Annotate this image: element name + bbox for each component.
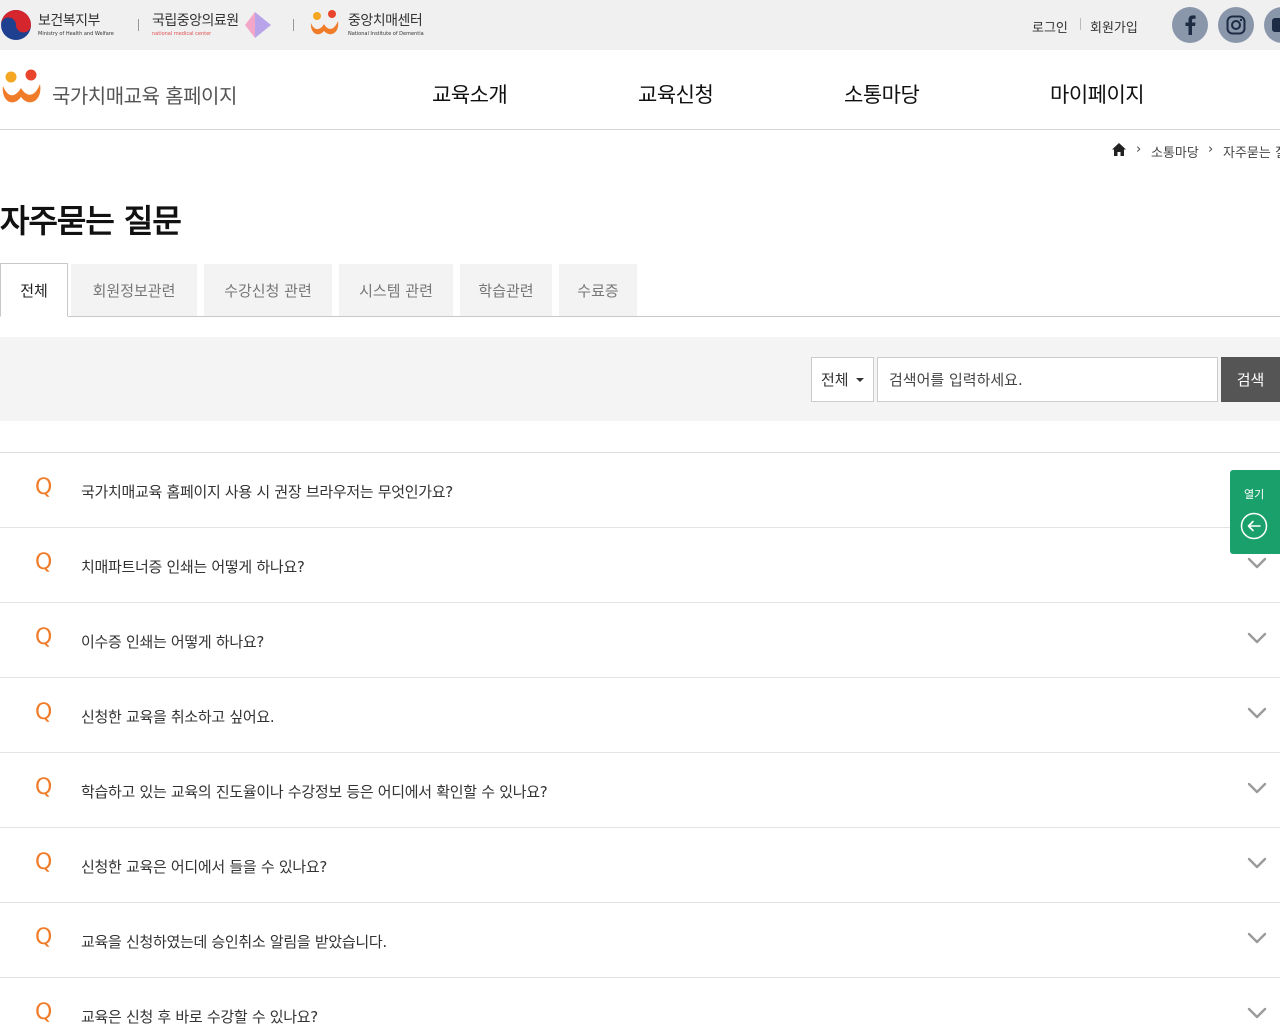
faq-item[interactable]: Q 이수증 인쇄는 어떻게 하나요?	[0, 603, 1280, 678]
login-link[interactable]: 로그인	[1032, 17, 1068, 36]
arrow-left-circle-icon	[1240, 512, 1268, 540]
partner-sub: National Institute of Dementia	[348, 30, 424, 37]
tab-learning[interactable]: 학습관련	[460, 264, 552, 316]
chevron-down-icon[interactable]	[1247, 556, 1267, 570]
instagram-icon	[1226, 15, 1246, 35]
tab-all[interactable]: 전체	[0, 263, 68, 317]
gnb-item-community[interactable]: 소통마당	[844, 79, 920, 109]
site-logo-icon[interactable]	[0, 68, 44, 110]
faq-question: 교육을 신청하였는데 승인취소 알림을 받았습니다.	[81, 933, 387, 951]
chevron-down-icon[interactable]	[1247, 631, 1267, 645]
gnb-item-mypage[interactable]: 마이페이지	[1050, 79, 1145, 109]
divider	[138, 19, 139, 31]
site-header: 국가치매교육 홈페이지 교육소개 교육신청 소통마당 마이페이지	[0, 50, 1280, 130]
partner-sub: national medical center	[152, 30, 212, 37]
quick-menu-label: 열기	[1244, 488, 1265, 501]
partner-sub: Ministry of Health and Welfare	[38, 30, 114, 37]
partner-name: 보건복지부	[38, 12, 100, 29]
facebook-button[interactable]	[1172, 7, 1208, 43]
search-button[interactable]: 검색	[1221, 357, 1280, 402]
faq-q-mark: Q	[35, 625, 53, 650]
breadcrumb-item[interactable]: 소통마당	[1151, 142, 1199, 161]
signup-link[interactable]: 회원가입	[1090, 17, 1138, 36]
faq-question: 국가치매교육 홈페이지 사용 시 권장 브라우저는 무엇인가요?	[81, 483, 453, 501]
chevron-right-icon: ›	[1136, 142, 1142, 157]
partner-link-nid[interactable]: 중앙치매센터 National Institute of Dementia	[308, 9, 424, 41]
mohw-logo-icon	[1, 10, 31, 40]
search-area: 전체 검색	[0, 337, 1280, 421]
search-category-select[interactable]: 전체	[811, 357, 874, 402]
faq-item[interactable]: Q 교육은 신청 후 바로 수강할 수 있나요?	[0, 978, 1280, 1024]
faq-q-mark: Q	[35, 775, 53, 800]
faq-item[interactable]: Q 치매파트너증 인쇄는 어떻게 하나요?	[0, 528, 1280, 603]
faq-question: 신청한 교육은 어디에서 들을 수 있나요?	[81, 858, 328, 876]
faq-q-mark: Q	[35, 850, 53, 875]
page-title: 자주묻는 질문	[0, 202, 182, 240]
chevron-down-icon[interactable]	[1247, 706, 1267, 720]
faq-item[interactable]: Q 신청한 교육은 어디에서 들을 수 있나요?	[0, 828, 1280, 903]
partner-link-mohw[interactable]: 보건복지부 Ministry of Health and Welfare	[0, 9, 114, 41]
chevron-down-icon[interactable]	[1247, 1006, 1267, 1020]
home-icon[interactable]	[1112, 143, 1126, 156]
gnb-item-intro[interactable]: 교육소개	[432, 79, 508, 109]
instagram-button[interactable]	[1218, 7, 1254, 43]
faq-question: 이수증 인쇄는 어떻게 하나요?	[81, 633, 265, 651]
youtube-button[interactable]	[1264, 7, 1280, 43]
faq-question: 학습하고 있는 교육의 진도율이나 수강정보 등은 어디에서 확인할 수 있나요…	[81, 783, 548, 801]
tab-certificate[interactable]: 수료증	[559, 264, 637, 316]
faq-question: 신청한 교육을 취소하고 싶어요.	[81, 708, 275, 726]
chevron-down-icon[interactable]	[1247, 781, 1267, 795]
faq-item[interactable]: Q 교육을 신청하였는데 승인취소 알림을 받았습니다.	[0, 903, 1280, 978]
partner-name: 국립중앙의료원	[152, 12, 239, 29]
tabs-underline	[0, 316, 1280, 317]
site-title[interactable]: 국가치매교육 홈페이지	[52, 80, 237, 109]
nid-logo-icon	[310, 10, 339, 35]
youtube-icon	[1272, 18, 1280, 32]
faq-item[interactable]: Q 국가치매교육 홈페이지 사용 시 권장 브라우저는 무엇인가요?	[0, 453, 1280, 528]
facebook-icon	[1185, 15, 1196, 35]
faq-item[interactable]: Q 신청한 교육을 취소하고 싶어요.	[0, 678, 1280, 753]
faq-item[interactable]: Q 학습하고 있는 교육의 진도율이나 수강정보 등은 어디에서 확인할 수 있나…	[0, 753, 1280, 828]
faq-q-mark: Q	[35, 1000, 53, 1024]
chevron-down-icon[interactable]	[1247, 856, 1267, 870]
chevron-down-icon[interactable]	[1247, 931, 1267, 945]
faq-question: 치매파트너증 인쇄는 어떻게 하나요?	[81, 558, 305, 576]
faq-q-mark: Q	[35, 475, 53, 500]
partner-link-nmc[interactable]: 국립중앙의료원 national medical center	[152, 9, 273, 41]
top-utility-bar: 보건복지부 Ministry of Health and Welfare 국립중…	[0, 0, 1280, 50]
nmc-logo-icon	[244, 12, 271, 38]
faq-q-mark: Q	[35, 550, 53, 575]
caret-down-icon	[856, 378, 864, 382]
faq-question: 교육은 신청 후 바로 수강할 수 있나요?	[81, 1008, 318, 1024]
faq-q-mark: Q	[35, 700, 53, 725]
divider	[293, 19, 294, 31]
breadcrumb-item-current: 자주묻는 질문	[1223, 146, 1280, 161]
partner-name: 중앙치매센터	[348, 12, 423, 29]
tab-enrollment[interactable]: 수강신청 관련	[204, 264, 332, 316]
faq-q-mark: Q	[35, 925, 53, 950]
tab-system[interactable]: 시스템 관련	[339, 264, 453, 316]
quick-menu-open-button[interactable]: 열기	[1230, 470, 1280, 554]
gnb-item-apply[interactable]: 교육신청	[638, 79, 714, 109]
search-input[interactable]	[877, 357, 1218, 402]
chevron-right-icon: ›	[1208, 142, 1214, 157]
search-category-value: 전체	[821, 371, 849, 389]
tab-member-info[interactable]: 회원정보관련	[71, 264, 197, 316]
divider	[1080, 18, 1081, 30]
